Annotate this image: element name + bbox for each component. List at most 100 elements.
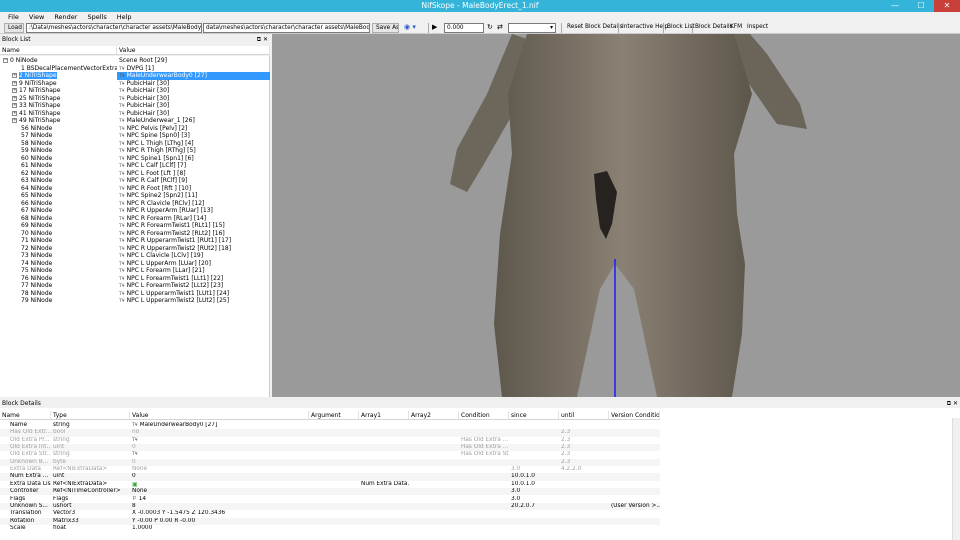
block-list-row[interactable]: 64 NiNode T¥ NPC R Foot [Rft ] [10] xyxy=(0,185,269,193)
block-list-row[interactable]: +41 NiTriShape T¥ PubicHair [30] xyxy=(0,110,269,118)
block-list-tree[interactable]: −0 NiNode Scene Root [29] 1 BSDecalPlaceme… xyxy=(0,56,270,397)
column-header-until[interactable]: until xyxy=(559,411,609,419)
menu-file[interactable]: File xyxy=(3,12,24,22)
block-list-row[interactable]: +17 NiTriShape T¥ PubicHair [30] xyxy=(0,87,269,95)
detail-row[interactable]: Translation Vector3 X -0.0003 Y -1.5475 Z … xyxy=(0,510,660,517)
detail-value-cell[interactable]: X -0.0003 Y -1.5475 Z 120.3436 xyxy=(130,510,309,517)
load-path-field[interactable]: :\Data\meshes\actors\character\character… xyxy=(26,23,202,33)
minimize-button[interactable]: — xyxy=(882,0,908,12)
block-list-row[interactable]: −0 NiNode Scene Root [29] xyxy=(0,57,269,65)
loop-icon[interactable]: ↻ xyxy=(487,23,495,33)
detail-row[interactable]: Old Extra Pr... string T¥ Has Old Extra ...… xyxy=(0,437,660,444)
collapse-icon[interactable]: − xyxy=(3,58,8,63)
block-list-row[interactable]: 79 NiNode T¥ NPC L UpperarmTwist2 [LUt2] [… xyxy=(0,297,269,305)
block-list-row[interactable]: 62 NiNode T¥ NPC L Foot [Lft ] [8] xyxy=(0,170,269,178)
detail-value-cell[interactable]: 8 xyxy=(130,503,309,510)
eye-icon[interactable]: ◉ ▾ xyxy=(404,23,426,33)
column-header-value[interactable]: Value xyxy=(130,411,309,419)
expand-icon[interactable]: + xyxy=(12,73,17,78)
expand-icon[interactable]: + xyxy=(12,88,17,93)
close-button[interactable]: ✕ xyxy=(934,0,960,12)
menu-view[interactable]: View xyxy=(24,12,49,22)
reset-block-details-button[interactable]: Reset Block Details xyxy=(564,23,626,33)
detail-value-cell[interactable]: 0 xyxy=(130,459,309,466)
column-header-array2[interactable]: Array2 xyxy=(409,411,459,419)
detail-value-cell[interactable]: 0 xyxy=(130,444,309,451)
block-list-row[interactable]: 76 NiNode T¥ NPC L ForearmTwist1 [LLt1] [2… xyxy=(0,275,269,283)
column-header-argument[interactable]: Argument xyxy=(309,411,359,419)
detail-row[interactable]: Flags Flags ⚐ 14 3.0 xyxy=(0,496,660,503)
undock-icon[interactable]: ⧉ xyxy=(947,400,951,407)
block-list-row[interactable]: 71 NiNode T¥ NPC R UpperarmTwist1 [RUt1] [… xyxy=(0,237,269,245)
load-button[interactable]: Load xyxy=(4,23,24,33)
block-list-row[interactable]: 73 NiNode T¥ NPC L Clavicle [LClv] [19] xyxy=(0,252,269,260)
column-header-condition[interactable]: Condition xyxy=(459,411,509,419)
detail-row[interactable]: Has Old Extr... bool no 2.3 xyxy=(0,429,660,437)
detail-value-cell[interactable]: T¥ xyxy=(130,437,309,444)
block-list-row[interactable]: 57 NiNode T¥ NPC Spine [Spn0] [3] xyxy=(0,132,269,140)
block-list-row[interactable]: 65 NiNode T¥ NPC Spine2 [Spn2] [11] xyxy=(0,192,269,200)
block-list-row[interactable]: +49 NiTriShape T¥ MaleUnderwear_1 [26] xyxy=(0,117,269,125)
dock-close-icon[interactable]: ✕ xyxy=(263,36,268,43)
block-list-row[interactable]: +25 NiTriShape T¥ PubicHair [30] xyxy=(0,95,269,103)
detail-value-cell[interactable]: 0 xyxy=(130,473,309,480)
block-list-row[interactable]: 75 NiNode T¥ NPC L Forearm [LLar] [21] xyxy=(0,267,269,275)
expand-icon[interactable]: + xyxy=(12,118,17,123)
time-field[interactable]: 0.000 xyxy=(444,23,484,33)
undock-icon[interactable]: ⧉ xyxy=(257,36,261,43)
block-list-row[interactable]: 77 NiNode T¥ NPC L ForearmTwist2 [LLt2] [2… xyxy=(0,282,269,290)
detail-row[interactable]: Rotation Matrix33 Y -0.00 P 0.00 R -0.00 xyxy=(0,517,660,525)
block-list-row[interactable]: 74 NiNode T¥ NPC L UpperArm [LUar] [20] xyxy=(0,260,269,268)
block-list-row[interactable]: 60 NiNode T¥ NPC Spine1 [Spn1] [6] xyxy=(0,155,269,163)
block-list-row[interactable]: 69 NiNode T¥ NPC R ForearmTwist1 [RLt1] [1… xyxy=(0,222,269,230)
detail-row[interactable]: Extra Data Ref<NiExtraData> None 3.0 4.2.2.0 xyxy=(0,466,660,473)
block-list-row[interactable]: 61 NiNode T¥ NPC L Calf [LClf] [7] xyxy=(0,162,269,170)
block-list-row[interactable]: 58 NiNode T¥ NPC L Thigh [LThg] [4] xyxy=(0,140,269,148)
column-header-version-condition[interactable]: Version Condition xyxy=(609,411,660,419)
save-as-button[interactable]: Save As xyxy=(372,23,399,33)
details-scrollbar[interactable] xyxy=(952,418,960,540)
column-header-since[interactable]: since xyxy=(509,411,559,419)
animation-select[interactable]: ▾ xyxy=(508,23,556,33)
inspect-toggle[interactable]: Inspect xyxy=(744,23,771,33)
block-list-row[interactable]: 1 BSDecalPlacementVectorExtraDataT¥DVPG … xyxy=(0,65,269,73)
play-icon[interactable]: ▶ xyxy=(432,23,440,33)
expand-icon[interactable]: + xyxy=(12,103,17,108)
block-list-row[interactable]: 56 NiNode T¥ NPC Pelvis [Pelv] [2] xyxy=(0,125,269,133)
dock-close-icon[interactable]: ✕ xyxy=(953,400,958,407)
detail-row[interactable]: Old Extra Str... string T¥ Has Old Extra St… xyxy=(0,451,660,458)
expand-icon[interactable]: + xyxy=(12,80,17,86)
detail-value-cell[interactable]: None xyxy=(130,466,309,473)
detail-row[interactable]: Num Extra ... uint 0 10.0.1.0 xyxy=(0,473,660,481)
detail-row[interactable]: Unknown B... byte 0 2.3 xyxy=(0,458,660,467)
block-list-row[interactable]: 63 NiNode T¥ NPC R Calf [RClf] [9] xyxy=(0,177,269,185)
maximize-button[interactable]: ☐ xyxy=(908,0,934,12)
block-list-row[interactable]: 70 NiNode T¥ NPC R ForearmTwist2 [RLt2] [1… xyxy=(0,230,269,238)
detail-row[interactable]: Controller Ref<NiTimeController> None 3.0 xyxy=(0,488,660,496)
detail-value-cell[interactable]: ⚐ 14 xyxy=(130,496,309,503)
render-viewport[interactable] xyxy=(272,34,960,397)
block-list-row[interactable]: 78 NiNode T¥ NPC L UpperarmTwist1 [LUt1] [… xyxy=(0,290,269,298)
kfm-toggle[interactable]: KFM xyxy=(727,23,745,33)
column-header-array1[interactable]: Array1 xyxy=(359,411,409,419)
block-list-row[interactable]: 72 NiNode T¥ NPC R UpperarmTwist2 [RUt2] [… xyxy=(0,245,269,253)
detail-row[interactable]: Extra Data List Ref<NiExtraData> ▣ Num Extr… xyxy=(0,481,660,488)
block-list-row[interactable]: 68 NiNode T¥ NPC R Forearm [RLar] [14] xyxy=(0,215,269,223)
block-list-row[interactable]: 67 NiNode T¥ NPC R UpperArm [RUar] [13] xyxy=(0,207,269,215)
detail-value-cell[interactable]: no xyxy=(130,429,309,436)
block-list-row[interactable]: 66 NiNode T¥ NPC R Clavicle [RClv] [12] xyxy=(0,200,269,208)
menu-render[interactable]: Render xyxy=(49,12,82,22)
detail-value-cell[interactable]: None xyxy=(130,488,309,495)
detail-value-cell[interactable]: Y -0.00 P 0.00 R -0.00 xyxy=(130,518,309,525)
block-list-row[interactable]: +33 NiTriShape T¥ PubicHair [30] xyxy=(0,102,269,110)
menu-help[interactable]: Help xyxy=(112,12,137,22)
column-header-name[interactable]: Name xyxy=(0,411,51,419)
switch-icon[interactable]: ⇄ xyxy=(497,23,505,33)
detail-row[interactable]: Scale float 1.0000 xyxy=(0,525,660,532)
expand-icon[interactable]: + xyxy=(12,95,17,101)
save-path-field[interactable]: data\meshes\actors\character\character a… xyxy=(203,23,370,33)
menu-spells[interactable]: Spells xyxy=(82,12,111,22)
block-list-row[interactable]: +2 NiTriShape T¥ MaleUnderwearBody0 [27] xyxy=(0,72,270,80)
detail-row[interactable]: Name string T¥ MaleUnderwearBody0 [27] xyxy=(0,422,660,429)
detail-row[interactable]: Unknown S... ushort 8 20.2.0.7 (User Version… xyxy=(0,502,660,511)
